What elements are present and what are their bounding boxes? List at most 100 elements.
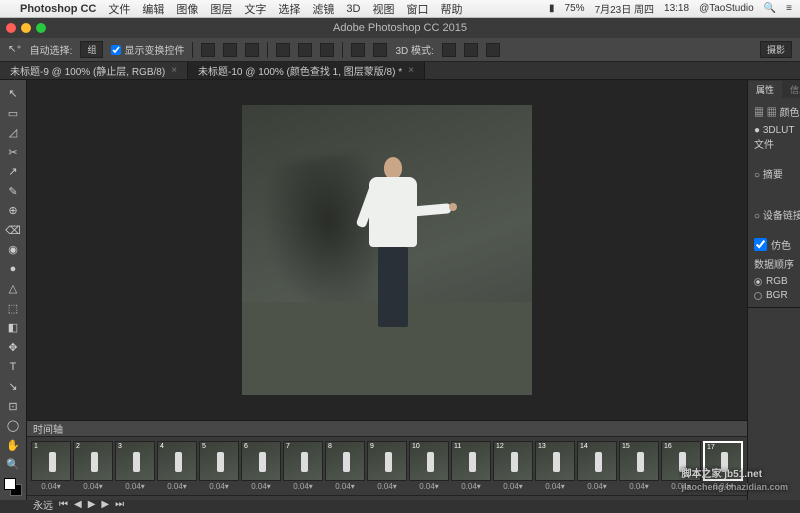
tool-19[interactable]: 🔍 [0,455,26,475]
next-frame-button[interactable]: ▶ [101,499,109,510]
arrange-icon[interactable] [373,43,387,57]
menu-help[interactable]: 帮助 [440,1,462,17]
doc-tab[interactable]: 未标题-10 @ 100% (颜色查找 1, 图层蒙版/8) *× [188,62,425,79]
align-icon[interactable] [223,43,237,57]
document-tabs: 未标题-9 @ 100% (静止层, RGB/8)× 未标题-10 @ 100%… [0,62,800,80]
tool-6[interactable]: ⊕ [0,201,26,221]
tool-17[interactable]: ◯ [0,416,26,436]
devlink-radio[interactable]: ○ 设备链接 [754,207,800,222]
timeline-title: 时间轴 [33,421,63,436]
tab-info[interactable]: 信息 [782,81,800,98]
frame[interactable]: 30.04▾ [115,441,155,491]
move-tool-icon: ↖⁺ [8,44,22,55]
frame[interactable]: 20.04▾ [73,441,113,491]
workspace-dropdown[interactable]: 摄影 [760,41,792,58]
tool-2[interactable]: ◿ [0,123,26,143]
frame[interactable]: 110.04▾ [451,441,491,491]
canvas-area[interactable] [27,80,747,420]
dither-checkbox[interactable]: 仿色 [754,237,800,252]
3d-icon[interactable] [464,43,478,57]
distribute-icon[interactable] [276,43,290,57]
search-icon[interactable]: 🔍 [764,3,776,14]
menu-icon[interactable]: ≡ [786,3,792,14]
abstract-radio[interactable]: ○ 摘要 [754,166,800,181]
prev-frame-button[interactable]: ◀ [74,499,82,510]
close-tab-icon[interactable]: × [171,65,177,76]
menu-select[interactable]: 选择 [278,1,300,17]
options-bar: ↖⁺ 自动选择: 组 显示变换控件 3D 模式: 摄影 [0,38,800,62]
arrange-icon[interactable] [351,43,365,57]
play-button[interactable]: ▶ [88,499,96,510]
mode-3d-label: 3D 模式: [395,42,433,57]
time: 13:18 [664,3,689,14]
distribute-icon[interactable] [320,43,334,57]
data-order-label: 数据顺序 [754,256,794,271]
tools-panel: ↖▭◿✂↗✎⊕⌫◉●△⬚◧✥T↘⊡◯✋🔍 [0,80,27,500]
menu-file[interactable]: 文件 [108,1,130,17]
close-tab-icon[interactable]: × [408,65,414,76]
menu-filter[interactable]: 滤镜 [312,1,334,17]
loop-dropdown[interactable]: 永远 [33,497,53,512]
battery-pct: 75% [565,3,585,14]
frame[interactable]: 10.04▾ [31,441,71,491]
maximize-button[interactable] [36,23,46,33]
distribute-icon[interactable] [298,43,312,57]
tool-0[interactable]: ↖ [0,84,26,104]
doc-tab[interactable]: 未标题-9 @ 100% (静止层, RGB/8)× [0,62,188,79]
3d-icon[interactable] [442,43,456,57]
document-canvas[interactable] [242,105,532,395]
close-button[interactable] [6,23,16,33]
menu-edit[interactable]: 编辑 [142,1,164,17]
tool-8[interactable]: ◉ [0,240,26,260]
last-frame-button[interactable]: ⏭ [115,499,124,510]
date: 7月23日 周四 [595,1,654,16]
frame[interactable]: 150.04▾ [619,441,659,491]
tool-13[interactable]: ✥ [0,338,26,358]
tool-15[interactable]: ↘ [0,377,26,397]
frame[interactable]: 140.04▾ [577,441,617,491]
frame[interactable]: 90.04▾ [367,441,407,491]
tool-9[interactable]: ● [0,260,26,280]
tool-16[interactable]: ⊡ [0,396,26,416]
data-rgb-radio[interactable]: RGB [754,276,794,287]
frame[interactable]: 130.04▾ [535,441,575,491]
frame[interactable]: 50.04▾ [199,441,239,491]
tool-5[interactable]: ✎ [0,182,26,202]
frame[interactable]: 70.04▾ [283,441,323,491]
color-swatch[interactable] [4,478,22,496]
tool-10[interactable]: △ [0,279,26,299]
tool-7[interactable]: ⌫ [0,221,26,241]
tool-18[interactable]: ✋ [0,435,26,455]
data-bgr-radio[interactable]: BGR [754,290,794,301]
tool-14[interactable]: T [0,357,26,377]
mac-menubar: Photoshop CC 文件 编辑 图像 图层 文字 选择 滤镜 3D 视图 … [0,0,800,18]
menu-3d[interactable]: 3D [346,3,360,15]
tool-11[interactable]: ⬚ [0,299,26,319]
minimize-button[interactable] [21,23,31,33]
tool-3[interactable]: ✂ [0,143,26,163]
align-icon[interactable] [245,43,259,57]
frame[interactable]: 60.04▾ [241,441,281,491]
frame[interactable]: 120.04▾ [493,441,533,491]
auto-select-dropdown[interactable]: 组 [80,41,103,58]
tab-properties[interactable]: 属性 [748,81,782,98]
tool-4[interactable]: ↗ [0,162,26,182]
menu-layer[interactable]: 图层 [210,1,232,17]
menu-image[interactable]: 图像 [176,1,198,17]
tool-12[interactable]: ◧ [0,318,26,338]
menu-view[interactable]: 视图 [372,1,394,17]
3d-icon[interactable] [486,43,500,57]
frame[interactable]: 80.04▾ [325,441,365,491]
tool-1[interactable]: ▭ [0,104,26,124]
menu-window[interactable]: 窗口 [406,1,428,17]
show-transform-checkbox[interactable]: 显示变换控件 [111,42,184,57]
lut-radio[interactable]: ● 3DLUT 文件 [754,125,800,151]
frame[interactable]: 40.04▾ [157,441,197,491]
app-name[interactable]: Photoshop CC [20,3,96,15]
frame[interactable]: 100.04▾ [409,441,449,491]
user: @TaoStudio [699,3,754,14]
frame-strip[interactable]: 10.04▾20.04▾30.04▾40.04▾50.04▾60.04▾70.0… [27,437,747,495]
align-icon[interactable] [201,43,215,57]
first-frame-button[interactable]: ⏮ [59,499,68,510]
menu-text[interactable]: 文字 [244,1,266,17]
